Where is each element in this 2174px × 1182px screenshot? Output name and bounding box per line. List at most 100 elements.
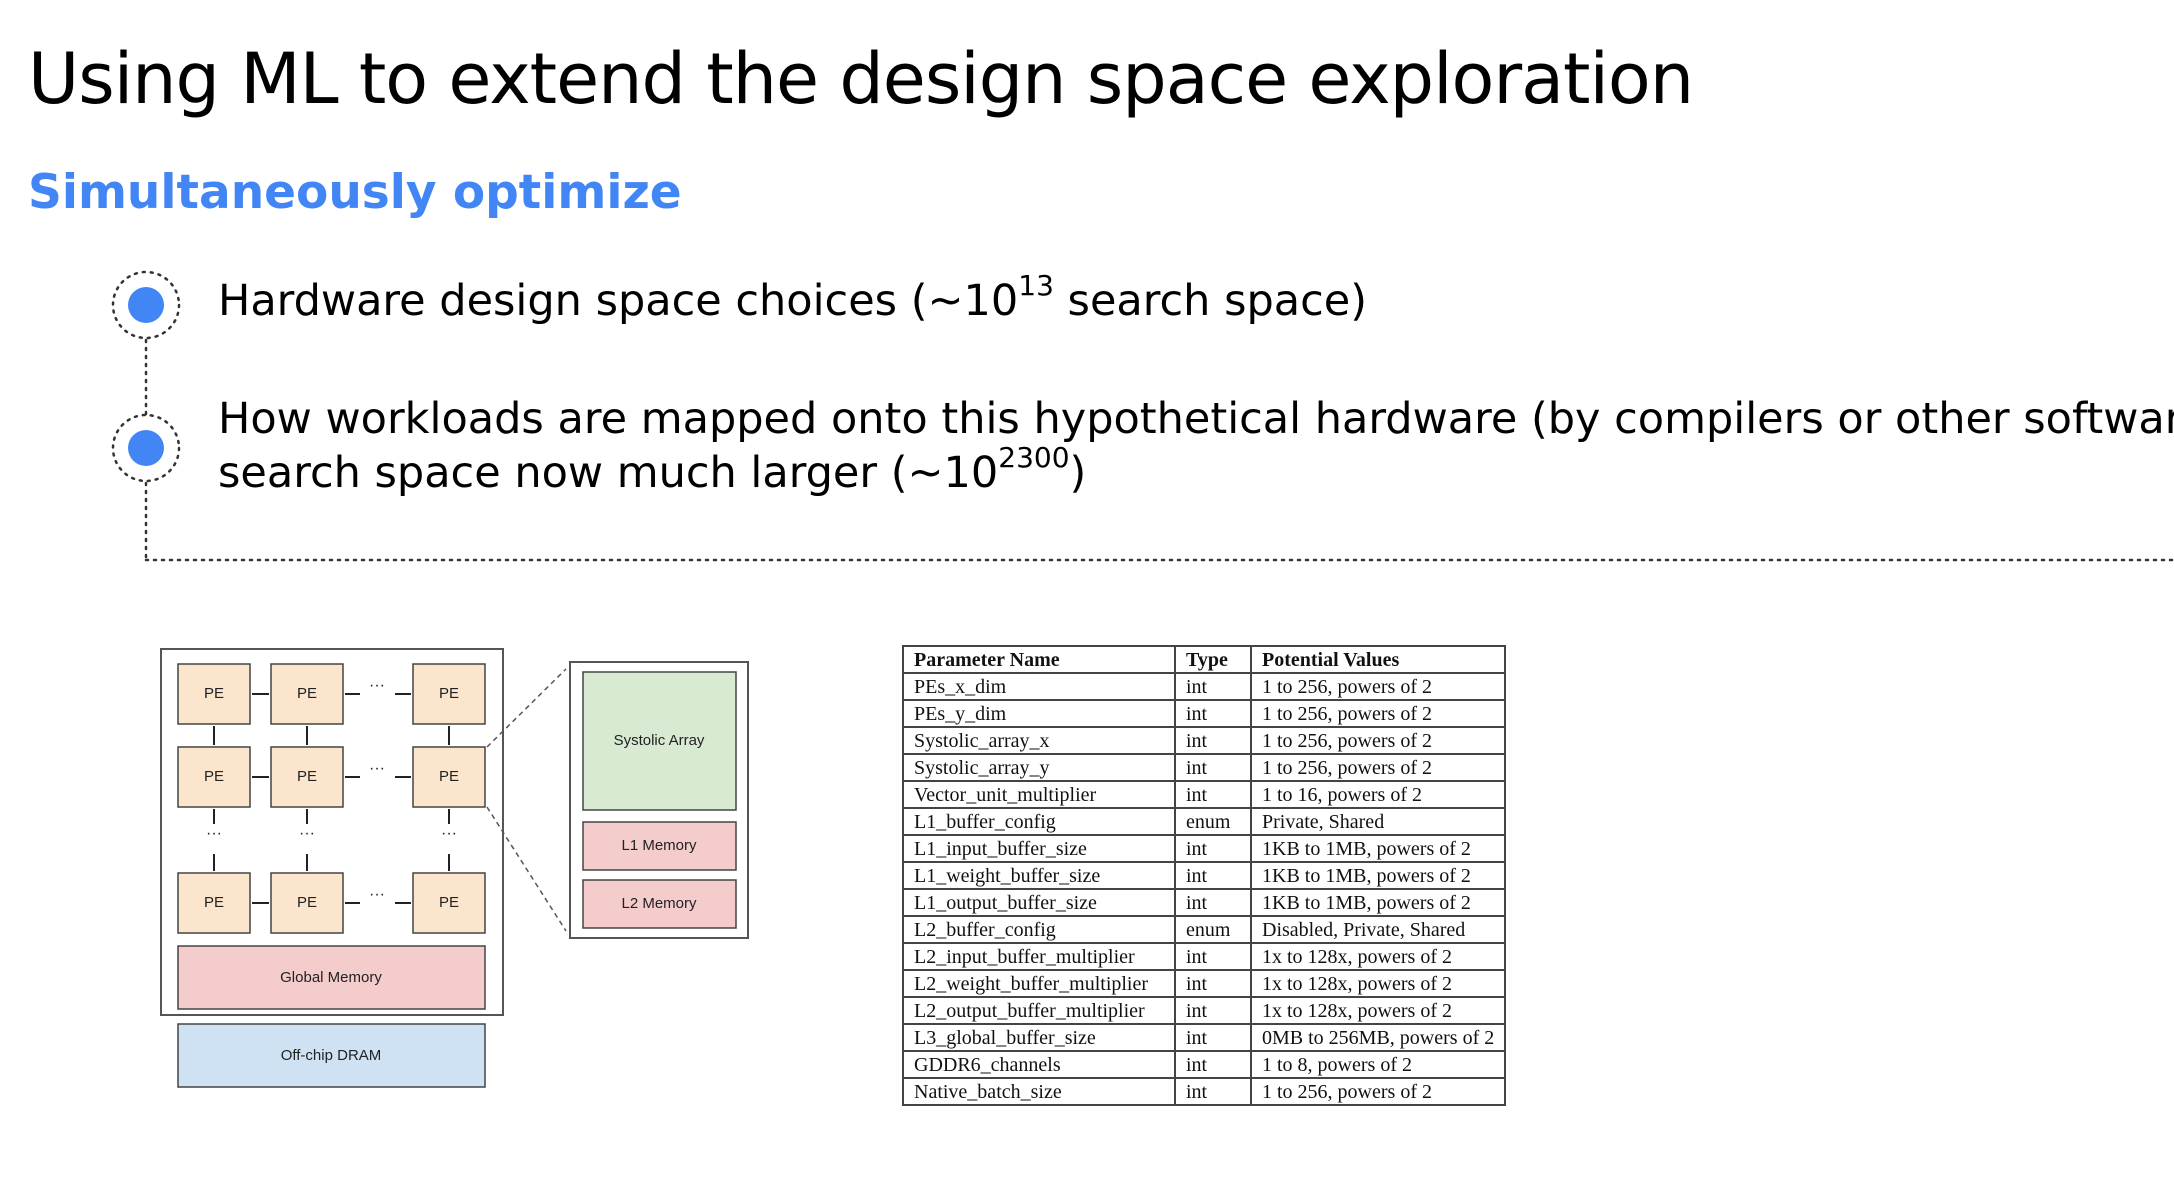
bullet-dot-2 bbox=[128, 430, 164, 466]
cell-parameter-name: Systolic_array_x bbox=[902, 726, 1176, 755]
bullet-2-line1: How workloads are mapped onto this hypot… bbox=[218, 394, 2174, 444]
cell-parameter-name: L1_input_buffer_size bbox=[902, 834, 1176, 863]
zoom-line-top bbox=[486, 668, 567, 748]
cell-type: int bbox=[1174, 699, 1252, 728]
cell-parameter-name: Native_batch_size bbox=[902, 1077, 1176, 1106]
cell-parameter-name: L1_output_buffer_size bbox=[902, 888, 1176, 917]
zoom-line-bottom bbox=[486, 806, 567, 932]
pe-label: PE bbox=[204, 685, 224, 702]
table-row: L2_input_buffer_multiplier int 1x to 128x,… bbox=[902, 942, 1507, 971]
cell-type: int bbox=[1174, 834, 1252, 863]
table-row: L2_buffer_config enum Disabled, Private, S… bbox=[902, 915, 1507, 944]
cell-parameter-name: L2_output_buffer_multiplier bbox=[902, 996, 1176, 1025]
l2-memory-label: L2 Memory bbox=[621, 895, 697, 912]
l1-memory-label: L1 Memory bbox=[621, 837, 697, 854]
bullet-1-exponent: 13 bbox=[1018, 269, 1054, 302]
cell-parameter-name: L2_buffer_config bbox=[902, 915, 1176, 944]
cell-potential-values: 1 to 256, powers of 2 bbox=[1249, 672, 1507, 701]
systolic-array-label: Systolic Array bbox=[614, 732, 705, 749]
cell-potential-values: 1x to 128x, powers of 2 bbox=[1249, 996, 1507, 1025]
cell-potential-values: 1 to 256, powers of 2 bbox=[1249, 726, 1507, 755]
header-type: Type bbox=[1174, 645, 1252, 674]
cell-potential-values: 1x to 128x, powers of 2 bbox=[1249, 969, 1507, 998]
pe-ellipsis-v: ··· bbox=[299, 825, 315, 842]
cell-type: enum bbox=[1174, 807, 1252, 836]
cell-type: int bbox=[1174, 1050, 1252, 1079]
cell-parameter-name: L1_weight_buffer_size bbox=[902, 861, 1176, 890]
header-potential-values: Potential Values bbox=[1249, 645, 1507, 674]
cell-potential-values: 1 to 8, powers of 2 bbox=[1249, 1050, 1507, 1079]
table-row: L1_buffer_config enum Private, Shared bbox=[902, 807, 1507, 836]
table-row: PEs_x_dim int 1 to 256, powers of 2 bbox=[902, 672, 1507, 701]
cell-type: int bbox=[1174, 672, 1252, 701]
table-row: Systolic_array_x int 1 to 256, powers of 2 bbox=[902, 726, 1507, 755]
cell-parameter-name: Vector_unit_multiplier bbox=[902, 780, 1176, 809]
table-row: Vector_unit_multiplier int 1 to 16, powers… bbox=[902, 780, 1507, 809]
cell-parameter-name: L3_global_buffer_size bbox=[902, 1023, 1176, 1052]
table-row: GDDR6_channels int 1 to 8, powers of 2 bbox=[902, 1050, 1507, 1079]
table-row: L3_global_buffer_size int 0MB to 256MB, po… bbox=[902, 1023, 1507, 1052]
pe-ellipsis-v: ··· bbox=[206, 825, 222, 842]
cell-potential-values: 1KB to 1MB, powers of 2 bbox=[1249, 834, 1507, 863]
hardware-architecture-diagram: PE PE PE ··· PE PE PE ··· PE PE PE ··· ··· ··· ··· Glob… bbox=[160, 648, 749, 1088]
cell-type: int bbox=[1174, 942, 1252, 971]
pe-label: PE bbox=[439, 685, 459, 702]
bullet-dot-1 bbox=[128, 287, 164, 323]
cell-potential-values: 1 to 256, powers of 2 bbox=[1249, 753, 1507, 782]
global-memory-label: Global Memory bbox=[280, 969, 382, 986]
bullet-1-prefix: Hardware design space choices (~10 bbox=[218, 276, 1019, 326]
cell-potential-values: 0MB to 256MB, powers of 2 bbox=[1249, 1023, 1507, 1052]
bullet-2-exponent: 2300 bbox=[998, 441, 1070, 474]
pe-label: PE bbox=[204, 894, 224, 911]
pe-ellipsis-v: ··· bbox=[441, 825, 457, 842]
table-row: L2_weight_buffer_multiplier int 1x to 128x… bbox=[902, 969, 1507, 998]
cell-potential-values: Private, Shared bbox=[1249, 807, 1507, 836]
cell-type: int bbox=[1174, 753, 1252, 782]
table-row: L1_output_buffer_size int 1KB to 1MB, powe… bbox=[902, 888, 1507, 917]
table-row: PEs_y_dim int 1 to 256, powers of 2 bbox=[902, 699, 1507, 728]
cell-parameter-name: GDDR6_channels bbox=[902, 1050, 1176, 1079]
table-header-row: Parameter Name Type Potential Values bbox=[902, 645, 1507, 674]
pe-label: PE bbox=[297, 894, 317, 911]
cell-potential-values: 1KB to 1MB, powers of 2 bbox=[1249, 888, 1507, 917]
table-row: L1_weight_buffer_size int 1KB to 1MB, powe… bbox=[902, 861, 1507, 890]
bullet-2-suffix: ) bbox=[1069, 448, 1087, 498]
bullet-1-suffix: search space) bbox=[1053, 276, 1367, 326]
cell-type: int bbox=[1174, 1077, 1252, 1106]
cell-parameter-name: L2_weight_buffer_multiplier bbox=[902, 969, 1176, 998]
cell-type: enum bbox=[1174, 915, 1252, 944]
cell-parameter-name: L1_buffer_config bbox=[902, 807, 1176, 836]
cell-type: int bbox=[1174, 780, 1252, 809]
cell-parameter-name: L2_input_buffer_multiplier bbox=[902, 942, 1176, 971]
cell-type: int bbox=[1174, 969, 1252, 998]
header-parameter-name: Parameter Name bbox=[902, 645, 1176, 674]
table-row: Native_batch_size int 1 to 256, powers of … bbox=[902, 1077, 1507, 1106]
table-row: L1_input_buffer_size int 1KB to 1MB, power… bbox=[902, 834, 1507, 863]
parameter-table: Parameter Name Type Potential Values PEs… bbox=[902, 645, 1507, 1106]
cell-parameter-name: PEs_x_dim bbox=[902, 672, 1176, 701]
cell-type: int bbox=[1174, 1023, 1252, 1052]
pe-label: PE bbox=[439, 894, 459, 911]
cell-potential-values: 1 to 16, powers of 2 bbox=[1249, 780, 1507, 809]
bullet-workload-mapping: How workloads are mapped onto this hypot… bbox=[218, 392, 2174, 500]
cell-potential-values: Disabled, Private, Shared bbox=[1249, 915, 1507, 944]
cell-type: int bbox=[1174, 726, 1252, 755]
pe-label: PE bbox=[297, 685, 317, 702]
pe-ellipsis-h: ··· bbox=[369, 760, 385, 777]
cell-potential-values: 1x to 128x, powers of 2 bbox=[1249, 942, 1507, 971]
offchip-dram-label: Off-chip DRAM bbox=[281, 1047, 382, 1064]
cell-type: int bbox=[1174, 888, 1252, 917]
cell-parameter-name: Systolic_array_y bbox=[902, 753, 1176, 782]
cell-type: int bbox=[1174, 996, 1252, 1025]
table-row: Systolic_array_y int 1 to 256, powers of 2 bbox=[902, 753, 1507, 782]
bullet-2-prefix: search space now much larger (~10 bbox=[218, 448, 999, 498]
pe-ellipsis-h: ··· bbox=[369, 677, 385, 694]
cell-parameter-name: PEs_y_dim bbox=[902, 699, 1176, 728]
cell-potential-values: 1 to 256, powers of 2 bbox=[1249, 699, 1507, 728]
cell-potential-values: 1 to 256, powers of 2 bbox=[1249, 1077, 1507, 1106]
pe-ellipsis-h: ··· bbox=[369, 886, 385, 903]
pe-label: PE bbox=[439, 768, 459, 785]
table-row: L2_output_buffer_multiplier int 1x to 128x… bbox=[902, 996, 1507, 1025]
pe-label: PE bbox=[297, 768, 317, 785]
cell-potential-values: 1KB to 1MB, powers of 2 bbox=[1249, 861, 1507, 890]
